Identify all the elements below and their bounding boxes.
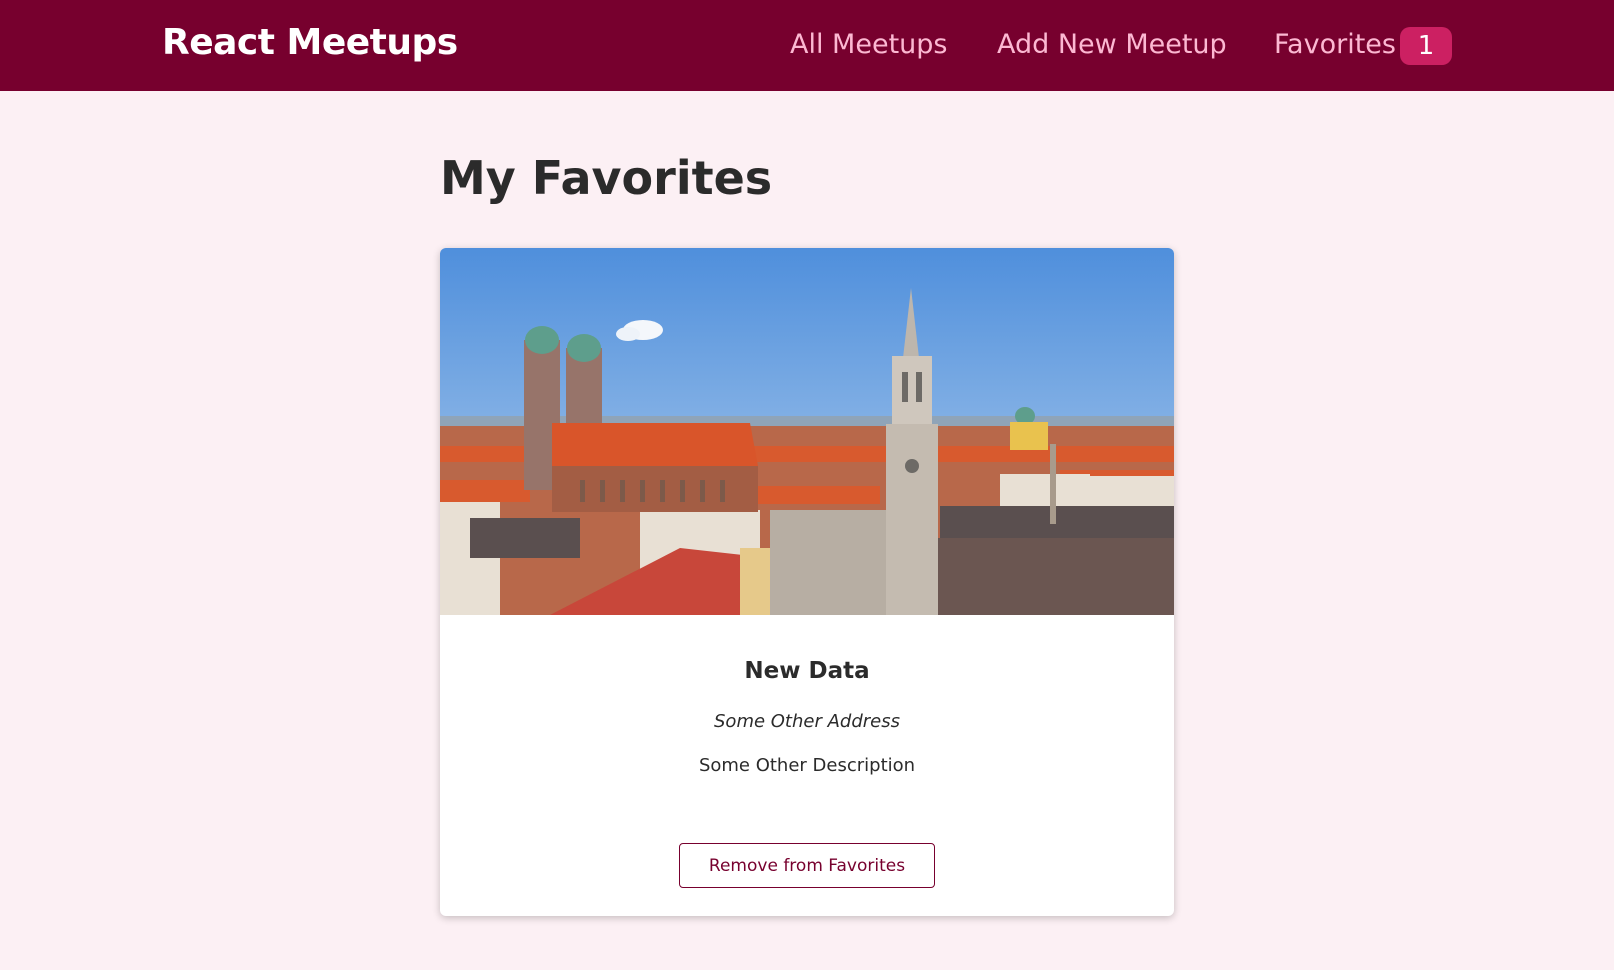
main-header: React Meetups All Meetups Add New Meetup… <box>0 0 1614 91</box>
meetup-description: Some Other Description <box>698 755 916 776</box>
nav-link-favorites[interactable]: Favorites <box>1274 29 1396 60</box>
meetup-title: New Data <box>744 658 870 684</box>
nav-link-add-new-meetup[interactable]: Add New Meetup <box>997 29 1227 60</box>
logo[interactable]: React Meetups <box>162 22 458 63</box>
nav-link-all-meetups[interactable]: All Meetups <box>790 29 947 60</box>
meetup-image <box>440 248 1174 615</box>
meetup-address: Some Other Address <box>714 711 900 732</box>
page-title: My Favorites <box>440 151 773 205</box>
meetup-card: New Data Some Other Address Some Other D… <box>440 248 1174 916</box>
remove-from-favorites-button[interactable]: Remove from Favorites <box>679 843 935 888</box>
favorites-count-badge[interactable]: 1 <box>1400 27 1452 65</box>
